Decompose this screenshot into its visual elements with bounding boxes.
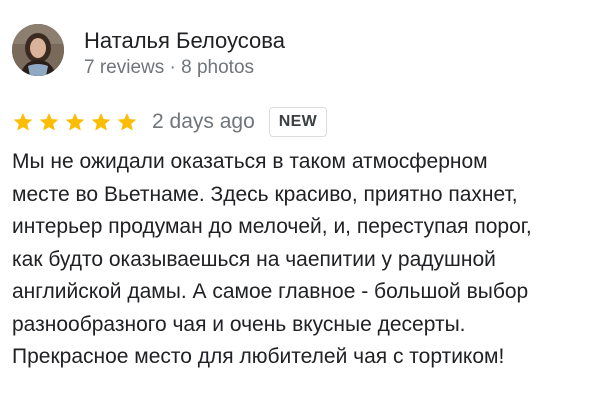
review-text-line: интерьер продуман до мелочей, и, пересту… xyxy=(12,215,532,238)
review-text-line: Мы не ожидали оказаться в таком атмосфер… xyxy=(12,150,488,173)
review-card: Наталья Белоусова 7 reviews · 8 photos 2… xyxy=(0,0,600,400)
review-text-line: английской дамы. А самое главное - больш… xyxy=(12,280,529,303)
review-text-line: разнообразного чая и очень вкусные десер… xyxy=(12,312,466,336)
author-review-count: 7 reviews xyxy=(84,57,165,78)
star-icon xyxy=(117,113,137,131)
avatar-photo-icon xyxy=(12,24,64,76)
review-text-line: как будто оказываешься на чаепитии у рад… xyxy=(12,247,496,271)
review-date: 2 days ago xyxy=(152,110,255,133)
star-rating xyxy=(12,111,138,133)
rating-row: 2 days ago NEW xyxy=(12,105,327,139)
review-text-line: Прекрасное место для любителей чая с тор… xyxy=(12,345,505,368)
star-icon xyxy=(91,113,111,131)
star-icon xyxy=(39,113,59,131)
star-icon xyxy=(13,113,33,131)
author-name[interactable]: Наталья Белоусова xyxy=(84,27,285,55)
author-meta: 7 reviews · 8 photos xyxy=(84,56,254,80)
review-text-line: месте во Вьетнаме. Здесь красиво, приятн… xyxy=(12,182,518,206)
star-icon xyxy=(65,113,85,131)
author-photo-count: 8 photos xyxy=(181,57,255,78)
new-badge: NEW xyxy=(268,107,327,137)
meta-separator: · xyxy=(169,57,176,78)
review-text: Мы не ожидали оказаться в таком атмосфер… xyxy=(12,146,600,374)
avatar[interactable] xyxy=(12,24,64,76)
